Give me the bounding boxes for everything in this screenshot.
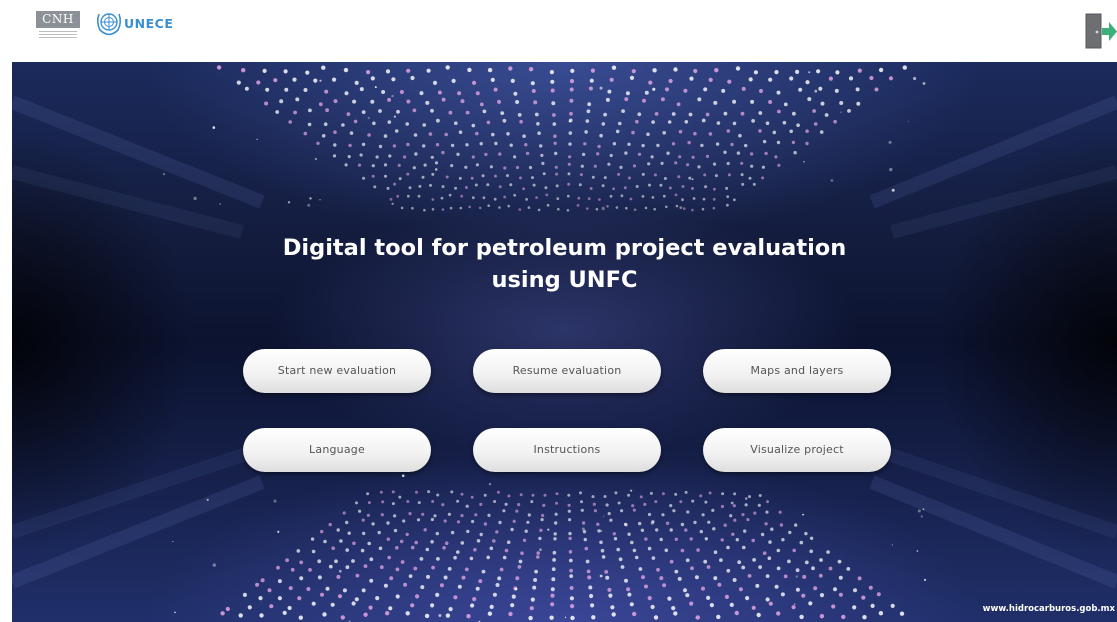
website-url: www.hidrocarburos.gob.mx xyxy=(982,604,1115,614)
cnh-logo-subtitle xyxy=(39,31,77,41)
maps-and-layers-button[interactable]: Maps and layers xyxy=(703,349,891,393)
visualize-project-button[interactable]: Visualize project xyxy=(703,428,891,472)
exit-button[interactable] xyxy=(1083,11,1117,51)
page-title: Digital tool for petroleum project evalu… xyxy=(12,232,1117,296)
language-button[interactable]: Language xyxy=(243,428,431,472)
unece-logo-text: UNECE xyxy=(124,16,174,31)
cnh-logo: CNH xyxy=(36,11,80,39)
instructions-button[interactable]: Instructions xyxy=(473,428,661,472)
exit-door-icon xyxy=(1085,13,1117,49)
header-bar: CNH UNECE xyxy=(0,0,1117,60)
title-line-1: Digital tool for petroleum project evalu… xyxy=(282,235,847,261)
cnh-logo-text: CNH xyxy=(36,11,80,28)
hero-background-graphic xyxy=(12,65,1117,622)
un-emblem-icon xyxy=(96,13,122,36)
resume-evaluation-button[interactable]: Resume evaluation xyxy=(473,349,661,393)
unece-logo: UNECE xyxy=(95,8,205,38)
start-new-evaluation-button[interactable]: Start new evaluation xyxy=(243,349,431,393)
hero-panel: Digital tool for petroleum project evalu… xyxy=(12,62,1117,622)
title-line-2: using UNFC xyxy=(491,267,638,293)
